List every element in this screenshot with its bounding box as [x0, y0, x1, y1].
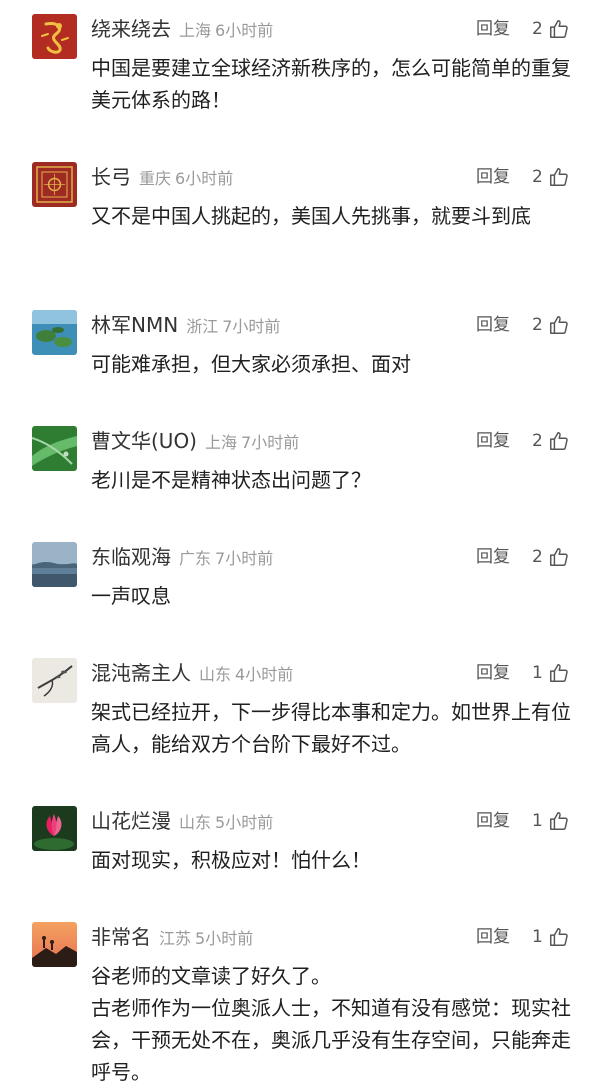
timestamp: 5小时前 — [215, 813, 274, 832]
location-label: 江苏 — [159, 929, 192, 948]
location-label: 广东 — [179, 549, 212, 568]
comment-text: 一声叹息 — [91, 584, 171, 608]
timestamp: 7小时前 — [215, 549, 274, 568]
username[interactable]: 山花烂漫 — [91, 809, 171, 833]
comment-text: 中国是要建立全球经济新秩序的，怎么可能简单的重复美元体系的路！ — [91, 56, 571, 112]
green-leaf-avatar[interactable] — [32, 426, 77, 471]
location-label: 上海 — [179, 21, 212, 40]
comment-meta: 绕来绕去 上海 6小时前 — [91, 14, 273, 44]
thumbs-up-icon[interactable] — [548, 662, 570, 684]
comment-meta: 长弓 重庆 6小时前 — [91, 162, 233, 192]
location-label: 上海 — [205, 433, 238, 452]
username[interactable]: 混沌斋主人 — [91, 661, 191, 685]
timestamp: 7小时前 — [222, 317, 281, 336]
thumbs-up-icon[interactable] — [548, 430, 570, 452]
timestamp: 6小时前 — [175, 169, 234, 188]
username[interactable]: 长弓 — [91, 165, 131, 189]
location-label: 浙江 — [186, 317, 219, 336]
thumbs-up-icon[interactable] — [548, 810, 570, 832]
thumbs-up-icon[interactable] — [548, 314, 570, 336]
timestamp: 5小时前 — [195, 929, 254, 948]
timestamp: 4小时前 — [235, 665, 294, 684]
comment-meta: 非常名 江苏 5小时前 — [91, 922, 253, 952]
sunset-silhouette-avatar[interactable] — [32, 922, 77, 967]
location-label: 山东 — [199, 665, 232, 684]
reply-button[interactable]: 回复 — [476, 658, 510, 688]
like-count: 2 — [532, 167, 543, 187]
like-count: 2 — [532, 547, 543, 567]
like-count: 2 — [532, 431, 543, 451]
reply-button[interactable]: 回复 — [476, 14, 510, 44]
comment-meta: 混沌斋主人 山东 4小时前 — [91, 658, 293, 688]
reply-button[interactable]: 回复 — [476, 162, 510, 192]
lake-islands-avatar[interactable] — [32, 310, 77, 355]
comment-meta: 东临观海 广东 7小时前 — [91, 542, 273, 572]
comment-text: 架式已经拉开，下一步得比本事和定力。如世界上有位高人，能给双方个台阶下最好不过。 — [91, 700, 571, 756]
timestamp: 6小时前 — [215, 21, 274, 40]
like-count: 1 — [532, 811, 543, 831]
location-label: 山东 — [179, 813, 212, 832]
username[interactable]: 绕来绕去 — [91, 17, 171, 41]
timestamp: 7小时前 — [241, 433, 300, 452]
ink-branch-avatar[interactable] — [32, 658, 77, 703]
username[interactable]: 曹文华(UO) — [91, 429, 197, 453]
reply-button[interactable]: 回复 — [476, 806, 510, 836]
reply-button[interactable]: 回复 — [476, 310, 510, 340]
reply-button[interactable]: 回复 — [476, 426, 510, 456]
username[interactable]: 东临观海 — [91, 545, 171, 569]
comment-meta: 曹文华(UO) 上海 7小时前 — [91, 426, 299, 456]
comment-text: 谷老师的文章读了好久了。 古老师作为一位奥派人士，不知道有没有感觉：现实社会，干… — [91, 964, 571, 1084]
thumbs-up-icon[interactable] — [548, 926, 570, 948]
like-count: 2 — [532, 19, 543, 39]
sea-view-avatar[interactable] — [32, 542, 77, 587]
like-count: 1 — [532, 663, 543, 683]
thumbs-up-icon[interactable] — [548, 18, 570, 40]
comment-meta: 林军NMN 浙江 7小时前 — [91, 310, 280, 340]
like-count: 1 — [532, 927, 543, 947]
username[interactable]: 非常名 — [91, 925, 151, 949]
lotus-flower-avatar[interactable] — [32, 806, 77, 851]
comment-meta: 山花烂漫 山东 5小时前 — [91, 806, 273, 836]
red-dragon-avatar[interactable] — [32, 14, 77, 59]
reply-button[interactable]: 回复 — [476, 542, 510, 572]
username[interactable]: 林军NMN — [91, 313, 178, 337]
location-label: 重庆 — [139, 169, 172, 188]
comment-text: 面对现实，积极应对！怕什么！ — [91, 848, 371, 872]
comment-text: 老川是不是精神状态出问题了？ — [91, 468, 371, 492]
like-count: 2 — [532, 315, 543, 335]
comment-text: 又不是中国人挑起的，美国人先挑事，就要斗到底 — [91, 204, 531, 228]
comment-text: 可能难承担，但大家必须承担、面对 — [91, 352, 411, 376]
thumbs-up-icon[interactable] — [548, 546, 570, 568]
thumbs-up-icon[interactable] — [548, 166, 570, 188]
red-pattern-avatar[interactable] — [32, 162, 77, 207]
reply-button[interactable]: 回复 — [476, 922, 510, 952]
